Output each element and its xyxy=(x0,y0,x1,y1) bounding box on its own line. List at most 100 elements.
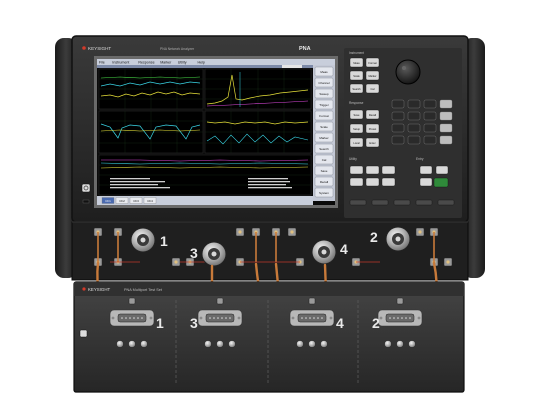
power-button[interactable] xyxy=(81,183,91,193)
small-rf-connector[interactable] xyxy=(320,340,328,348)
softkey-label: Cal xyxy=(322,158,327,162)
cable-landing[interactable] xyxy=(128,297,136,305)
small-rf-connector[interactable] xyxy=(228,340,236,348)
small-rf-connector[interactable] xyxy=(296,340,304,348)
socket-pin xyxy=(397,317,399,319)
numpad-key[interactable] xyxy=(423,99,437,109)
menu-item-response[interactable]: Response xyxy=(138,61,154,65)
numpad-key[interactable] xyxy=(407,111,421,121)
trace-pane-3 xyxy=(98,110,204,154)
usb-port[interactable] xyxy=(82,199,90,204)
nav-key[interactable] xyxy=(371,199,389,206)
small-rf-connector[interactable] xyxy=(204,340,212,348)
ts-port-label-4: 4 xyxy=(336,315,344,331)
utility-key[interactable] xyxy=(365,165,380,175)
jumper-center xyxy=(238,230,242,234)
utility-key[interactable] xyxy=(349,177,364,187)
nav-key[interactable] xyxy=(349,199,367,206)
group-label-response: Response xyxy=(349,101,364,105)
menu-item-utility[interactable]: Utility xyxy=(178,61,187,65)
trace-pane-2 xyxy=(204,68,312,110)
test-set-title: PNA Multiport Test Set xyxy=(124,288,163,292)
menu-item-help[interactable]: Help xyxy=(198,61,205,65)
small-rf-connector[interactable] xyxy=(128,340,136,348)
socket-pin xyxy=(229,317,231,319)
entry-key[interactable] xyxy=(435,165,449,175)
socket-pin xyxy=(225,317,227,319)
numpad-key[interactable] xyxy=(423,135,437,145)
jumper-center xyxy=(290,230,294,234)
socket-pin xyxy=(305,317,307,319)
utility-key[interactable] xyxy=(381,177,396,187)
utility-key[interactable] xyxy=(365,177,380,187)
softkey-label: Search xyxy=(319,147,329,151)
small-rf-connector[interactable] xyxy=(384,340,392,348)
numpad-key[interactable] xyxy=(391,111,405,121)
small-rf-connector[interactable] xyxy=(140,340,148,348)
softkey-label: Sweep xyxy=(319,92,329,96)
menu-item-instrument[interactable]: Instrument xyxy=(112,61,129,65)
numpad-key[interactable] xyxy=(439,111,453,121)
ts-port-label-2: 2 xyxy=(372,315,380,331)
numpad-key[interactable] xyxy=(439,99,453,109)
numpad-key[interactable] xyxy=(391,99,405,109)
menu-item-marker[interactable]: Marker xyxy=(160,61,172,65)
test-port-4[interactable] xyxy=(311,239,337,265)
test-port-3[interactable] xyxy=(201,241,227,267)
key-label: Cal xyxy=(371,87,375,91)
numpad-key[interactable] xyxy=(407,123,421,133)
numpad-key[interactable] xyxy=(407,99,421,109)
jumper-center xyxy=(446,260,450,264)
module-screw xyxy=(111,316,115,320)
module-screw xyxy=(329,316,333,320)
utility-key[interactable] xyxy=(349,165,364,175)
preset-key[interactable] xyxy=(433,177,449,188)
numpad-key[interactable] xyxy=(407,135,421,145)
numpad-key[interactable] xyxy=(423,111,437,121)
entry-key[interactable] xyxy=(419,165,433,175)
menu-item-file[interactable]: File xyxy=(99,61,105,65)
test-port-1[interactable] xyxy=(130,227,156,253)
test-port-2[interactable] xyxy=(385,226,411,252)
socket-pin xyxy=(129,317,131,319)
utility-key[interactable] xyxy=(381,165,396,175)
socket-pin xyxy=(393,317,395,319)
small-rf-connector[interactable] xyxy=(408,340,416,348)
test-set-power[interactable] xyxy=(79,329,88,338)
key-label: Enter xyxy=(369,141,375,145)
numpad-key[interactable] xyxy=(391,135,405,145)
softkey-label: Recall xyxy=(320,180,329,184)
socket-pin xyxy=(221,317,223,319)
module-screw xyxy=(417,316,421,320)
numpad-key[interactable] xyxy=(423,123,437,133)
cable-landing[interactable] xyxy=(216,297,224,305)
socket-pin xyxy=(313,317,315,319)
nav-key[interactable] xyxy=(393,199,411,206)
subtitle-label: PNA Network Analyzer xyxy=(160,47,195,51)
small-rf-connector[interactable] xyxy=(396,340,404,348)
socket-pin xyxy=(209,317,211,319)
small-rf-connector[interactable] xyxy=(308,340,316,348)
key-label: Search xyxy=(352,87,361,91)
nav-key[interactable] xyxy=(437,199,455,206)
rotary-knob[interactable] xyxy=(395,59,421,85)
softkey-label: Channel xyxy=(318,81,330,85)
socket-pin xyxy=(133,317,135,319)
small-rf-connector[interactable] xyxy=(216,340,224,348)
socket-pin xyxy=(213,317,215,319)
group-label-entry: Entry xyxy=(416,157,424,161)
cable-landing[interactable] xyxy=(308,297,316,305)
numpad-key[interactable] xyxy=(439,135,453,145)
key-label: Format xyxy=(368,61,376,65)
small-rf-connector[interactable] xyxy=(116,340,124,348)
key-label: Setup xyxy=(353,127,360,131)
numpad-key[interactable] xyxy=(439,123,453,133)
tab-label: Ch1 xyxy=(105,199,111,203)
numpad-key[interactable] xyxy=(391,123,405,133)
softkey-label: Marker xyxy=(319,136,328,140)
menu-bar[interactable] xyxy=(97,59,335,65)
socket-pin xyxy=(125,317,127,319)
entry-key[interactable] xyxy=(419,177,433,187)
cable-landing[interactable] xyxy=(396,297,404,305)
nav-key[interactable] xyxy=(415,199,433,206)
